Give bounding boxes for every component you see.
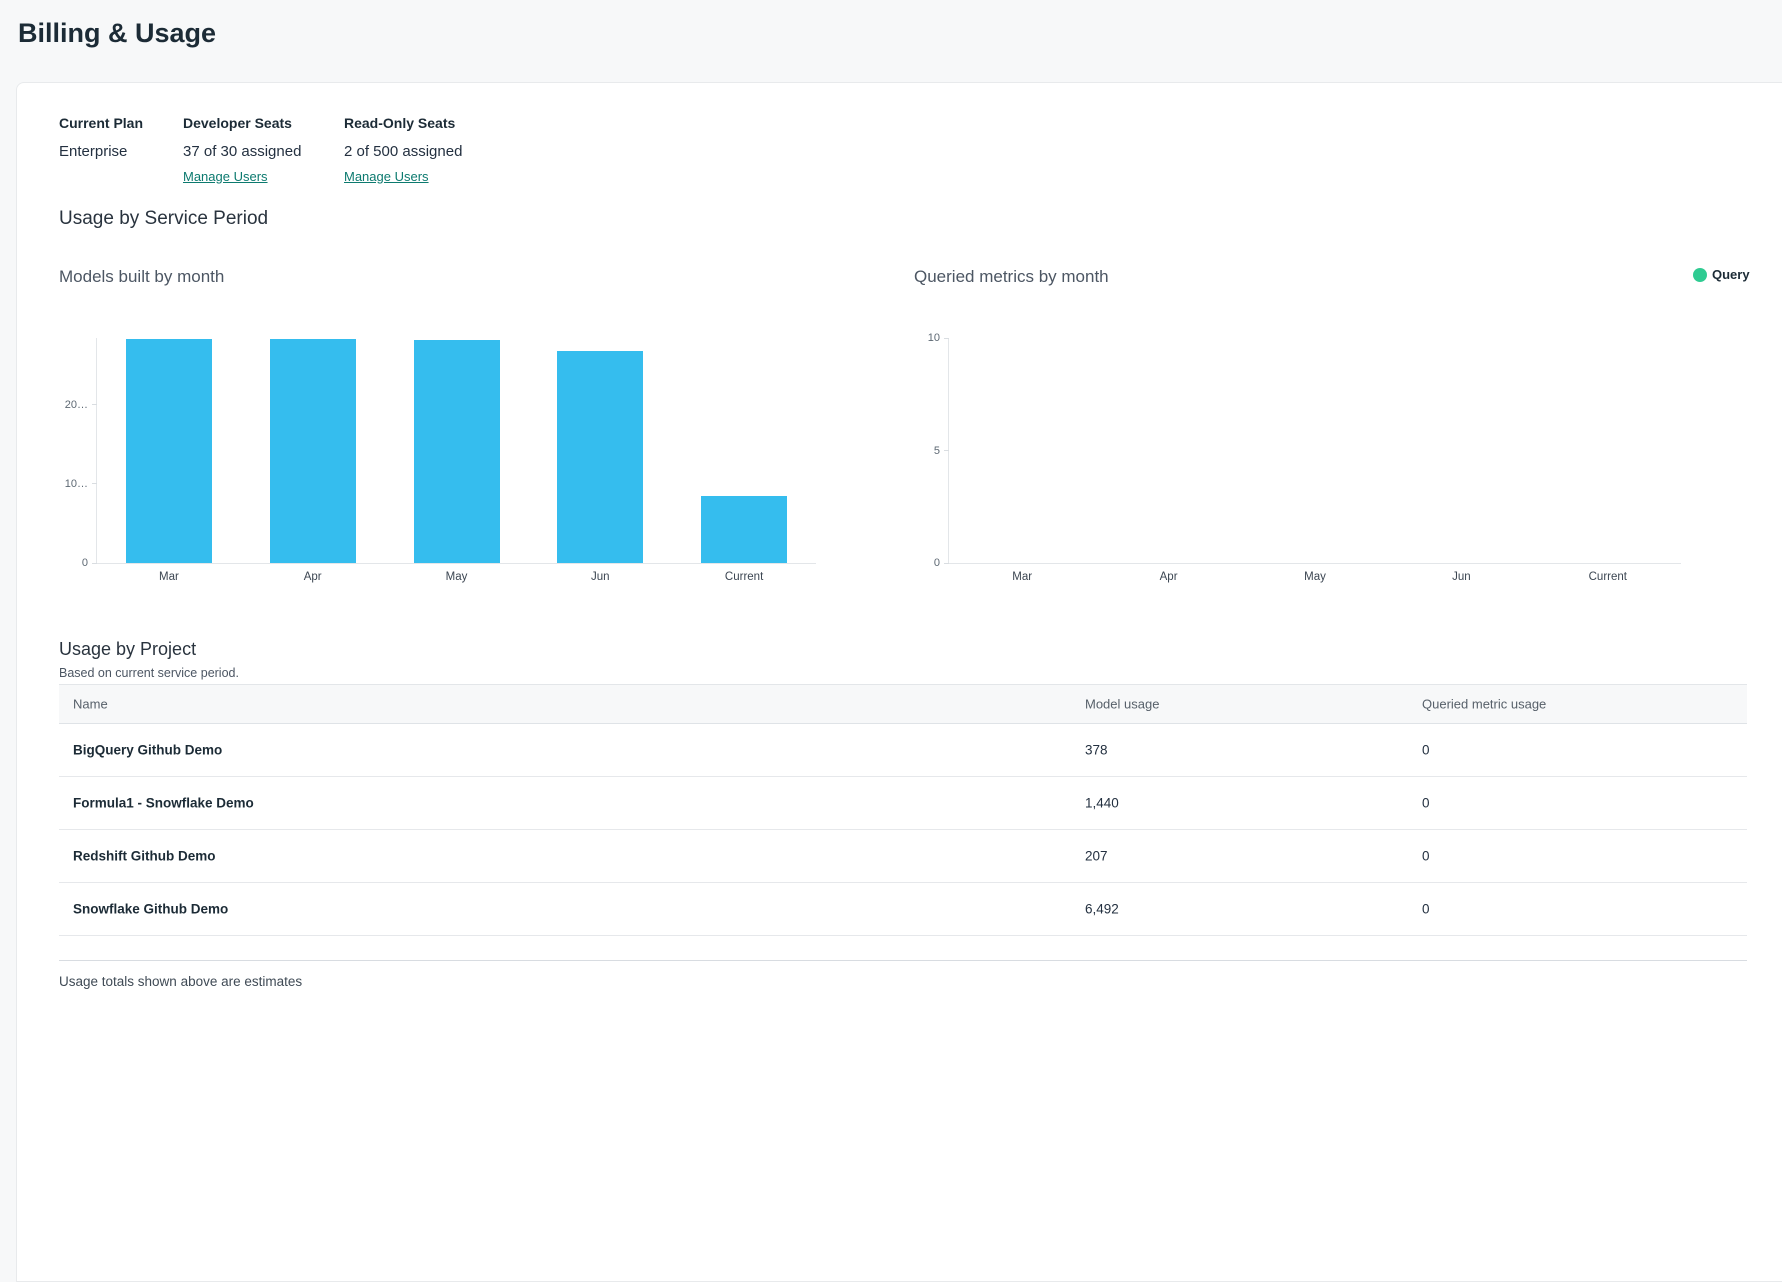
current-plan-value: Enterprise [59, 143, 143, 160]
x-axis-tick-label: Jun [591, 571, 610, 583]
query-legend-label: Query [1712, 267, 1750, 282]
y-axis-tick-mark [92, 563, 97, 564]
current-plan-label: Current Plan [59, 115, 143, 131]
bar-jun [557, 351, 643, 563]
x-axis-tick-label: Mar [159, 571, 179, 583]
table-row: BigQuery Github Demo 378 0 [59, 724, 1747, 777]
usage-by-project-subtitle: Based on current service period. [59, 666, 239, 680]
y-axis-tick-mark [92, 483, 97, 484]
y-axis-tick-label: 5 [934, 445, 940, 457]
x-axis-tick-label: Current [1589, 571, 1627, 583]
table-row: Formula1 - Snowflake Demo 1,440 0 [59, 777, 1747, 830]
table-end-divider [59, 960, 1747, 961]
x-axis-tick-label: Apr [304, 571, 322, 583]
queried-metric-usage-cell: 0 [1422, 849, 1430, 864]
read-only-seats-value: 2 of 500 assigned [344, 143, 462, 160]
developer-seats-value: 37 of 30 assigned [183, 143, 301, 160]
models-built-chart-title: Models built by month [59, 267, 224, 287]
bar-current [701, 496, 787, 563]
table-row: Snowflake Github Demo 6,492 0 [59, 883, 1747, 936]
queried-metrics-chart-title: Queried metrics by month [914, 267, 1109, 287]
developer-seats-column: Developer Seats 37 of 30 assigned Manage… [183, 115, 301, 186]
queried-metric-usage-cell: 0 [1422, 796, 1430, 811]
y-axis-tick-label: 0 [934, 557, 940, 569]
project-name-cell: Snowflake Github Demo [73, 902, 228, 917]
manage-users-link-developer[interactable]: Manage Users [183, 169, 268, 184]
bar-mar [126, 339, 212, 563]
y-axis-tick-mark [944, 338, 949, 339]
table-body: BigQuery Github Demo3780Formula1 - Snowf… [59, 724, 1747, 936]
x-axis-tick-label: Jun [1452, 571, 1471, 583]
model-usage-cell: 207 [1085, 849, 1108, 864]
y-axis-tick-label: 10 [928, 332, 940, 344]
y-axis-tick-label: 10… [65, 478, 88, 490]
project-name-cell: Formula1 - Snowflake Demo [73, 796, 254, 811]
queried-metrics-chart-plot: 0510MarAprMayJunCurrent [948, 338, 1681, 564]
query-legend: Query [1693, 267, 1750, 282]
y-axis-tick-mark [92, 404, 97, 405]
table-header-row: Name Model usage Queried metric usage [59, 684, 1747, 724]
read-only-seats-column: Read-Only Seats 2 of 500 assigned Manage… [344, 115, 462, 186]
models-built-chart-plot: 010…20…MarAprMayJunCurrent [96, 338, 816, 564]
model-usage-cell: 378 [1085, 743, 1108, 758]
table-row: Redshift Github Demo 207 0 [59, 830, 1747, 883]
queried-metric-usage-cell: 0 [1422, 902, 1430, 917]
model-usage-cell: 6,492 [1085, 902, 1119, 917]
project-name-cell: Redshift Github Demo [73, 849, 216, 864]
y-axis-tick-mark [944, 450, 949, 451]
developer-seats-label: Developer Seats [183, 115, 301, 131]
column-header-model-usage: Model usage [1085, 697, 1159, 712]
x-axis-tick-label: Apr [1160, 571, 1178, 583]
model-usage-cell: 1,440 [1085, 796, 1119, 811]
page-title: Billing & Usage [18, 18, 216, 49]
x-axis-tick-label: Mar [1012, 571, 1032, 583]
y-axis-tick-mark [944, 563, 949, 564]
read-only-seats-label: Read-Only Seats [344, 115, 462, 131]
usage-by-project-title: Usage by Project [59, 639, 196, 660]
usage-by-service-period-title: Usage by Service Period [59, 208, 268, 230]
column-header-queried-metric-usage: Queried metric usage [1422, 697, 1546, 712]
x-axis-tick-label: May [1304, 571, 1326, 583]
x-axis-tick-label: Current [725, 571, 763, 583]
queried-metric-usage-cell: 0 [1422, 743, 1430, 758]
query-legend-dot-icon [1693, 268, 1707, 282]
current-plan-column: Current Plan Enterprise [59, 115, 143, 160]
y-axis-tick-label: 20… [65, 399, 88, 411]
bar-apr [270, 339, 356, 563]
manage-users-link-read-only[interactable]: Manage Users [344, 169, 429, 184]
usage-estimates-note: Usage totals shown above are estimates [59, 974, 302, 989]
billing-card: Current Plan Enterprise Developer Seats … [16, 82, 1782, 1282]
project-name-cell: BigQuery Github Demo [73, 743, 222, 758]
column-header-name: Name [73, 697, 108, 712]
usage-by-project-table: Name Model usage Queried metric usage Bi… [59, 684, 1747, 936]
bar-may [414, 340, 500, 563]
x-axis-tick-label: May [446, 571, 468, 583]
y-axis-tick-label: 0 [82, 557, 88, 569]
